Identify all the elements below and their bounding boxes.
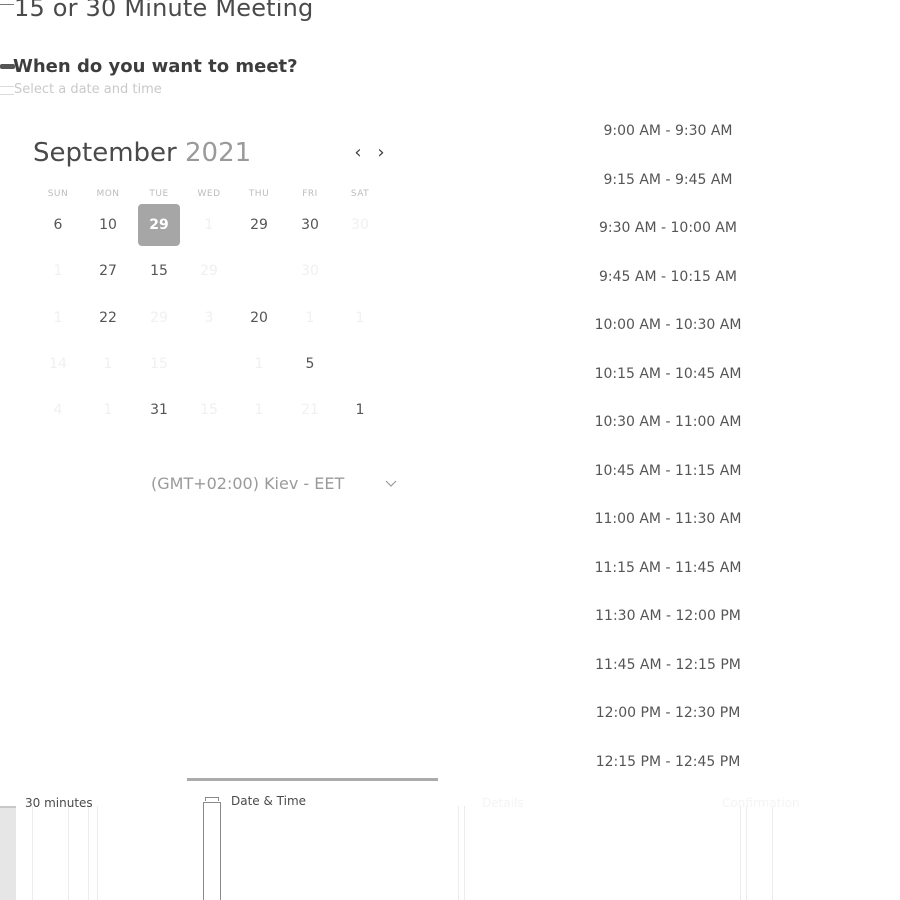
active-tab-indicator [187,778,438,781]
time-slot[interactable]: 12:00 PM - 12:30 PM [568,698,768,728]
calendar-day: 1 [53,263,63,279]
calendar-day: 1 [204,217,214,233]
calendar-day: 1 [103,356,113,372]
calendar-day: 1 [254,402,264,418]
calendar-day: 3 [204,310,214,326]
calendar-day[interactable]: 15 [138,250,180,292]
subtitle: Select a date and time [14,82,162,97]
weekday-label: SUN [47,189,69,199]
divider-line [97,806,98,900]
calendar-day[interactable]: 22 [87,297,129,339]
calendar-year: 2021 [184,138,252,168]
divider-line [740,806,741,900]
page-title: 15 or 30 Minute Meeting [14,0,314,22]
chevron-right-icon: › [377,142,385,163]
time-slot[interactable]: 9:00 AM - 9:30 AM [568,116,768,146]
calendar-day: 1 [53,310,63,326]
calendar-day[interactable]: 5 [289,343,331,385]
prev-month-button[interactable]: ‹ [348,141,368,165]
title-marker [0,4,14,18]
calendar-day: 30 [351,217,369,233]
question-heading: When do you want to meet? [13,56,298,77]
divider-line [464,806,465,900]
subtitle-marker [0,86,14,95]
divider-line [772,806,773,900]
time-slot[interactable]: 11:45 AM - 12:15 PM [568,650,768,680]
weekday-label: THU [248,189,270,199]
time-slot[interactable]: 10:30 AM - 11:00 AM [568,407,768,437]
time-slot[interactable]: 10:15 AM - 10:45 AM [568,359,768,389]
calendar-day[interactable]: 29 [238,204,280,246]
calendar-month-year: September 2021 [33,138,251,168]
weekday-label: WED [197,189,221,199]
time-slot[interactable]: 12:15 PM - 12:45 PM [568,747,768,777]
time-slot[interactable]: 10:45 AM - 11:15 AM [568,456,768,486]
weekday-label: MON [96,189,120,199]
tab-duration-label[interactable]: 30 minutes [25,796,93,810]
calendar-day: 29 [150,310,168,326]
chevron-left-icon: ‹ [354,142,362,163]
divider-line [32,806,33,900]
time-slot[interactable]: 11:00 AM - 11:30 AM [568,504,768,534]
calendar-day: 4 [53,402,63,418]
calendar-day: 1 [103,402,113,418]
divider-line [68,806,69,900]
calendar-day[interactable]: 6 [37,204,79,246]
calendar-icon [205,797,219,801]
calendar-day[interactable]: 20 [238,297,280,339]
time-slot[interactable]: 10:00 AM - 10:30 AM [568,310,768,340]
time-slot[interactable]: 11:15 AM - 11:45 AM [568,553,768,583]
timezone-select[interactable]: (GMT+02:00) Kiev - EET [151,474,344,493]
calendar-day: 15 [150,356,168,372]
calendar-day: 30 [301,263,319,279]
calendar-day: 21 [301,402,319,418]
calendar-day: 1 [254,356,264,372]
calendar-day: 15 [200,402,218,418]
tab-details-label[interactable]: Details [482,796,524,810]
calendar-day: 14 [49,356,67,372]
weekday-label: SAT [350,189,370,199]
calendar-day[interactable]: 10 [87,204,129,246]
tab-datetime-label[interactable]: Date & Time [231,794,306,808]
time-slot[interactable]: 9:45 AM - 10:15 AM [568,262,768,292]
tab-duration-box [0,806,16,900]
divider-line [88,806,89,900]
divider-line [746,806,747,900]
calendar-day[interactable]: 31 [138,389,180,431]
time-slot[interactable]: 11:30 AM - 12:00 PM [568,601,768,631]
calendar-day-selected[interactable]: 29 [138,204,180,246]
calendar-day: 1 [305,310,315,326]
calendar-month: September [33,138,177,168]
weekday-label: FRI [302,189,318,199]
next-month-button[interactable]: › [371,141,391,165]
chevron-down-icon[interactable] [384,476,398,490]
calendar-day[interactable]: 27 [87,250,129,292]
weekday-label: TUE [149,189,169,199]
tab-confirmation-label[interactable]: Confirmation [722,796,800,810]
calendar-day[interactable]: 1 [339,389,381,431]
tab-datetime-box [203,802,221,900]
time-slot[interactable]: 9:30 AM - 10:00 AM [568,213,768,243]
calendar-day[interactable]: 30 [289,204,331,246]
time-slot[interactable]: 9:15 AM - 9:45 AM [568,165,768,195]
calendar-day: 29 [200,263,218,279]
calendar-day: 1 [355,310,365,326]
divider-line [458,806,459,900]
